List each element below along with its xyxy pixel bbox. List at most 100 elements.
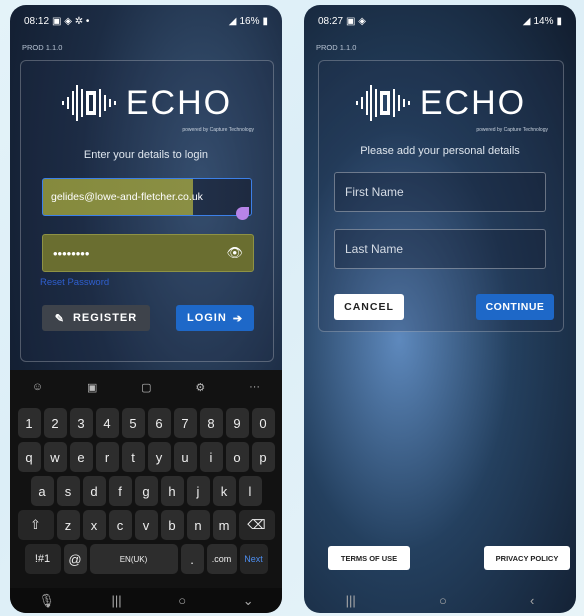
number-row: 1 2 3 4 5 6 7 8 9 0 — [10, 408, 282, 438]
login-arrow-icon: ➔ — [232, 312, 244, 325]
battery-level: 16% — [239, 15, 260, 27]
key-d[interactable]: d — [82, 476, 106, 506]
key-1[interactable]: 1 — [17, 408, 41, 438]
echo-logo: ECHO — [304, 83, 576, 123]
key-v[interactable]: v — [134, 510, 158, 540]
shift-key[interactable]: ⇧ — [17, 510, 54, 540]
key-z[interactable]: z — [56, 510, 80, 540]
dot-key[interactable]: . — [180, 544, 204, 574]
brand-name: ECHO — [419, 83, 527, 122]
key-g[interactable]: g — [134, 476, 158, 506]
battery-level: 14% — [533, 15, 554, 27]
key-b[interactable]: b — [160, 510, 184, 540]
key-9[interactable]: 9 — [225, 408, 249, 438]
at-key[interactable]: @ — [63, 544, 87, 574]
key-p[interactable]: p — [251, 442, 275, 472]
settings-icon[interactable]: ⚙ — [195, 381, 205, 394]
hide-keyboard-icon[interactable]: ⌄ — [243, 593, 254, 609]
next-key[interactable]: Next — [239, 544, 268, 574]
eye-icon[interactable]: 👁 — [226, 245, 243, 261]
key-s[interactable]: s — [56, 476, 80, 506]
status-time: 08:12 — [24, 15, 50, 27]
sticker-icon[interactable]: ▣ — [87, 381, 97, 394]
recents-icon[interactable]: ||| — [346, 593, 356, 608]
echo-logo: ECHO — [10, 83, 282, 123]
key-y[interactable]: y — [147, 442, 171, 472]
recents-icon[interactable]: ||| — [111, 593, 121, 608]
mic-icon[interactable]: 🎙 — [38, 593, 55, 609]
version-label: PROD 1.1.0 — [316, 43, 357, 52]
status-bar: 08:27 ▣ ◈ ◢ 14% ▮ — [318, 14, 562, 28]
home-icon[interactable]: ○ — [439, 593, 447, 608]
privacy-policy-button[interactable]: PRIVACY POLICY — [484, 546, 570, 570]
emoji-icon[interactable]: ☺ — [32, 381, 43, 393]
key-4[interactable]: 4 — [95, 408, 119, 438]
key-8[interactable]: 8 — [199, 408, 223, 438]
details-subtitle: Please add your personal details — [360, 145, 520, 157]
reset-password-link[interactable]: Reset Password — [40, 277, 109, 288]
key-3[interactable]: 3 — [69, 408, 93, 438]
key-x[interactable]: x — [82, 510, 106, 540]
clipboard-icon[interactable]: ▢ — [141, 381, 151, 394]
password-field[interactable]: •••••••• 👁 — [42, 234, 254, 272]
key-a[interactable]: a — [30, 476, 54, 506]
key-f[interactable]: f — [108, 476, 132, 506]
nav-bar: ||| ○ ‹ — [304, 588, 576, 613]
signal-icon: ◢ — [522, 15, 531, 27]
key-0[interactable]: 0 — [251, 408, 275, 438]
key-m[interactable]: m — [212, 510, 236, 540]
battery-icon: ▮ — [556, 15, 562, 27]
key-r[interactable]: r — [95, 442, 119, 472]
register-label: REGISTER — [72, 312, 138, 324]
key-o[interactable]: o — [225, 442, 249, 472]
key-u[interactable]: u — [173, 442, 197, 472]
key-k[interactable]: k — [212, 476, 236, 506]
notification-icons: ▣ ◈ ✲ • — [52, 15, 90, 27]
more-icon[interactable]: ··· — [249, 381, 260, 393]
first-name-field[interactable]: First Name — [334, 172, 546, 212]
signal-icon: ◢ — [228, 15, 237, 27]
keyboard-toolbar: ☺ ▣ ▢ ⚙ ··· — [10, 370, 282, 404]
key-7[interactable]: 7 — [173, 408, 197, 438]
battery-icon: ▮ — [262, 15, 268, 27]
cancel-button[interactable]: CANCEL — [334, 294, 404, 320]
symbols-key[interactable]: !#1 — [24, 544, 61, 574]
continue-button[interactable]: CONTINUE — [476, 294, 554, 320]
personal-details-phone-screen: 08:27 ▣ ◈ ◢ 14% ▮ PROD 1.1.0 ECHO powere… — [304, 5, 576, 613]
powered-by: powered by Capture Technology — [476, 127, 548, 133]
key-h[interactable]: h — [160, 476, 184, 506]
space-key[interactable]: EN(UK) — [89, 544, 178, 574]
key-e[interactable]: e — [69, 442, 93, 472]
letter-row-2: a s d f g h j k l — [10, 476, 282, 506]
key-i[interactable]: i — [199, 442, 223, 472]
key-c[interactable]: c — [108, 510, 132, 540]
key-l[interactable]: l — [238, 476, 262, 506]
bottom-row: !#1 @ EN(UK) . .com Next — [10, 544, 282, 574]
status-time: 08:27 — [318, 15, 344, 27]
key-j[interactable]: j — [186, 476, 210, 506]
key-2[interactable]: 2 — [43, 408, 67, 438]
email-field[interactable]: gelides@lowe-and-fletcher.co.uk — [42, 178, 252, 216]
last-name-field[interactable]: Last Name — [334, 229, 546, 269]
backspace-key[interactable]: ⌫ — [238, 510, 275, 540]
key-5[interactable]: 5 — [121, 408, 145, 438]
version-label: PROD 1.1.0 — [22, 43, 63, 52]
dotcom-key[interactable]: .com — [206, 544, 237, 574]
status-bar: 08:12 ▣ ◈ ✲ • ◢ 16% ▮ — [24, 14, 268, 28]
echo-waveform-icon — [355, 85, 410, 121]
login-label: LOGIN — [186, 312, 227, 324]
home-icon[interactable]: ○ — [178, 593, 186, 608]
key-n[interactable]: n — [186, 510, 210, 540]
login-button[interactable]: LOGIN ➔ — [176, 305, 254, 331]
key-6[interactable]: 6 — [147, 408, 171, 438]
brand-name: ECHO — [125, 83, 233, 122]
key-t[interactable]: t — [121, 442, 145, 472]
register-button[interactable]: ✎ REGISTER — [42, 305, 150, 331]
terms-of-use-button[interactable]: TERMS OF USE — [328, 546, 410, 570]
back-icon[interactable]: ‹ — [530, 593, 534, 608]
notification-icons: ▣ ◈ — [346, 15, 366, 27]
text-cursor-handle[interactable] — [236, 207, 249, 220]
key-q[interactable]: q — [17, 442, 41, 472]
pencil-icon: ✎ — [54, 312, 65, 325]
key-w[interactable]: w — [43, 442, 67, 472]
